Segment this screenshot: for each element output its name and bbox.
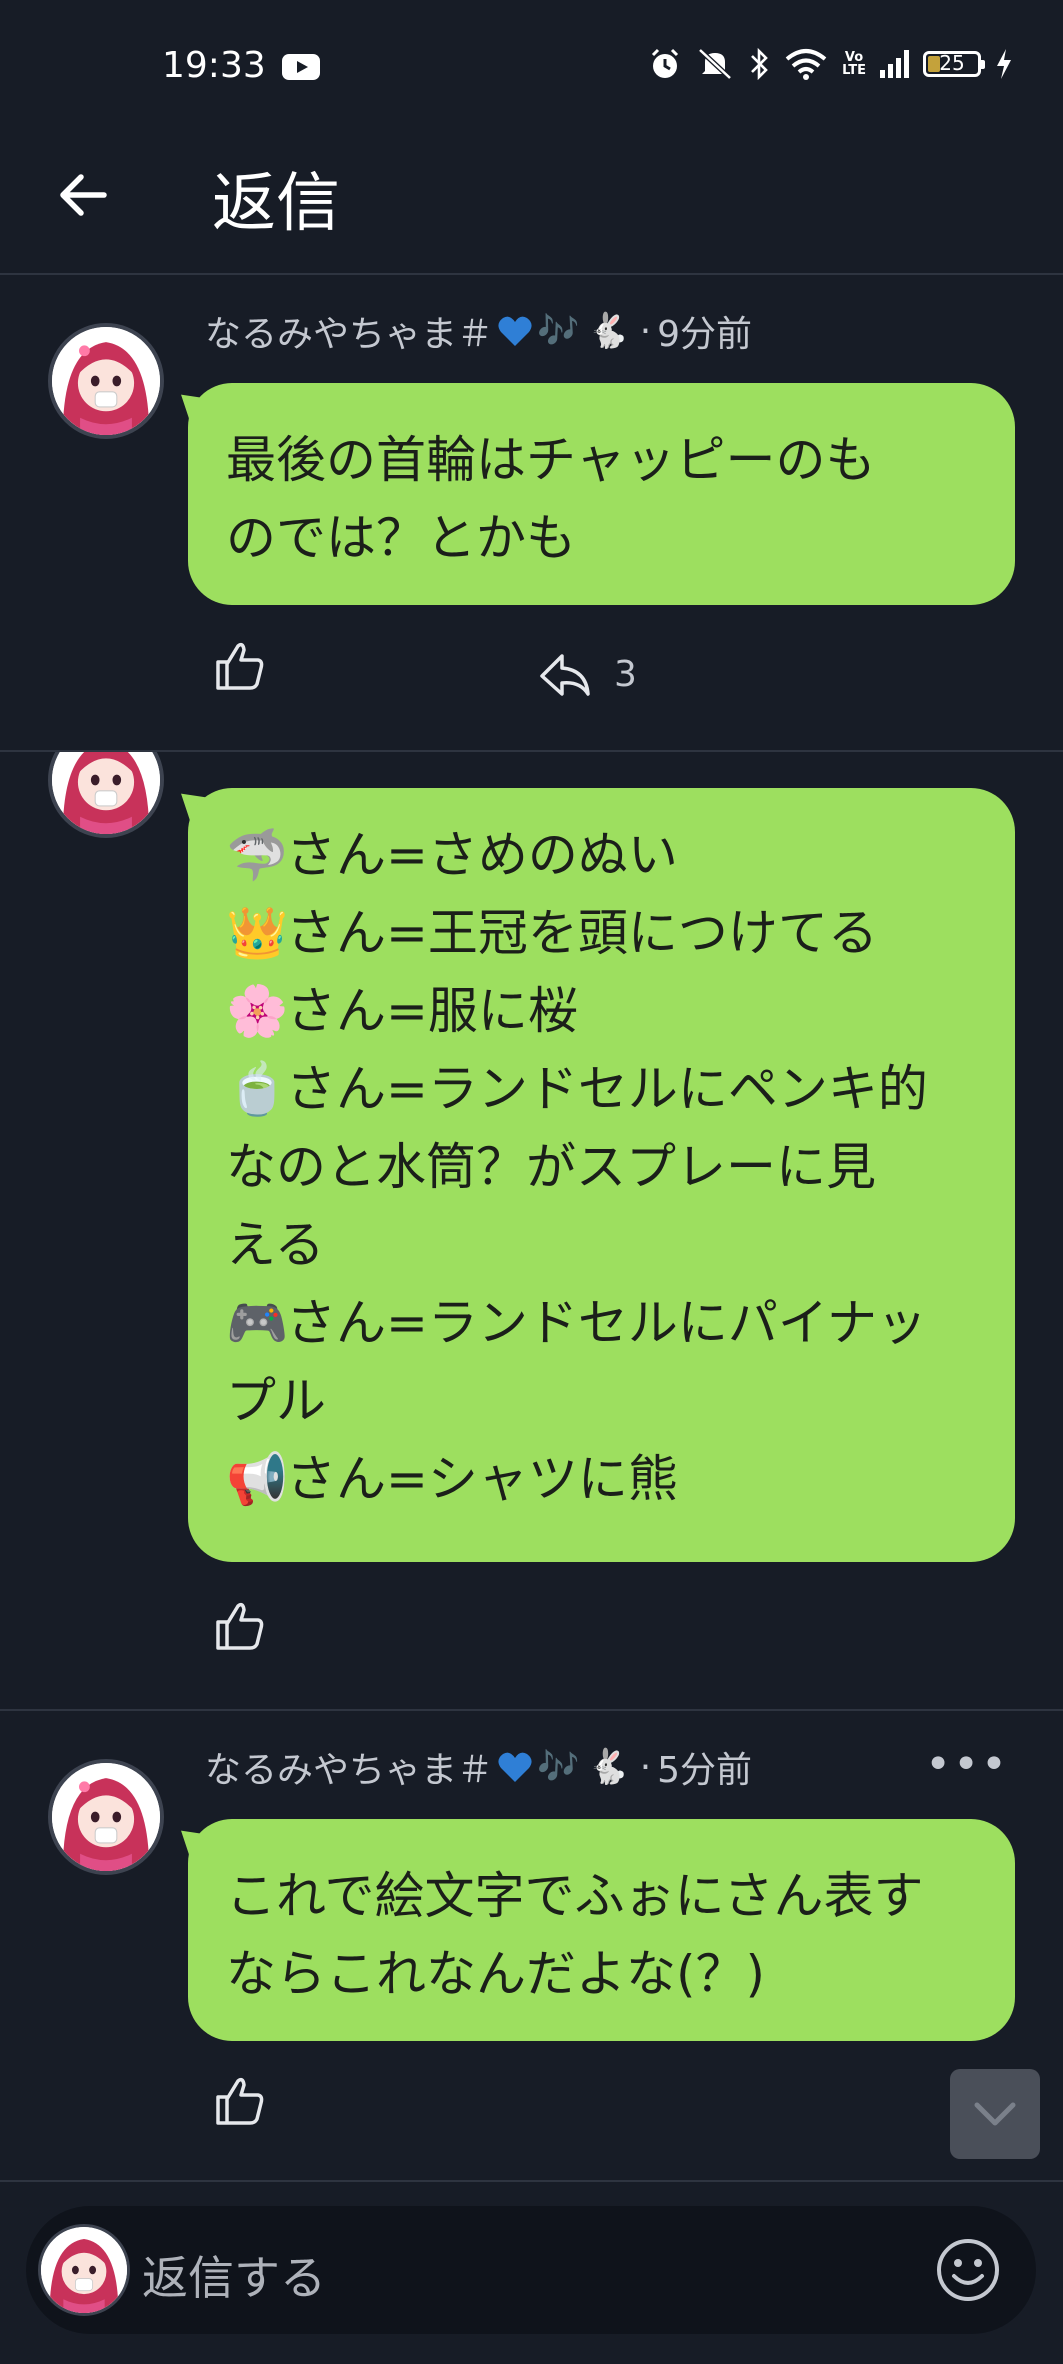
- scroll-down-button[interactable]: [950, 2069, 1040, 2159]
- thumbs-up-icon: [216, 642, 264, 690]
- comment-text-line: 🍵さん=ランドセルにペンキ的: [226, 1050, 977, 1128]
- rabbit-icon: 🐇: [587, 311, 630, 351]
- arrow-left-icon: [60, 174, 107, 216]
- bluetooth-icon: [751, 47, 768, 81]
- comment-text-line: プル: [226, 1372, 326, 1430]
- back-button[interactable]: [48, 160, 118, 230]
- comment-1: なるみやちゃま＃ 🎶 🐇 · 9分前 最後の首輪はチャッピーのも のでは？とかも…: [0, 275, 1063, 750]
- avatar-image: [52, 1763, 160, 1871]
- comment-text-line: これで絵文字でふぉにさん表す: [226, 1867, 924, 1925]
- battery-icon: 25: [923, 51, 985, 77]
- reply-count-button[interactable]: 3: [538, 650, 637, 698]
- comment-text-line: 🦈さん=さめのぬい: [226, 816, 977, 894]
- comment-text-line: 📢さん=シャツに熊: [226, 1440, 977, 1518]
- like-button[interactable]: [212, 638, 266, 692]
- comment-text-line: 🎮さん=ランドセルにパイナッ: [226, 1284, 977, 1362]
- comment-text-line: なのと水筒？がスプレーに見: [226, 1138, 876, 1196]
- comment-bubble[interactable]: 最後の首輪はチャッピーのも のでは？とかも: [188, 383, 1015, 605]
- charging-icon: [997, 49, 1011, 79]
- avatar[interactable]: [48, 752, 164, 838]
- header: 返信: [0, 130, 1063, 275]
- crown-emoji: 👑: [226, 904, 289, 962]
- more-options-button[interactable]: •••: [925, 1739, 1009, 1790]
- comment-meta: なるみやちゃま＃ 🎶 🐇 · 5分前: [205, 1741, 752, 1793]
- avatar-image: [41, 2227, 127, 2313]
- reply-input[interactable]: 返信する: [26, 2206, 1036, 2334]
- comment-bubble[interactable]: 🦈さん=さめのぬい 👑さん=王冠を頭につけてる 🌸さん=服に桜 🍵さん=ランドセ…: [188, 788, 1015, 1562]
- blue-heart-icon: [498, 1752, 532, 1782]
- avatar-image: [52, 752, 160, 834]
- reply-arrow-icon: [540, 654, 590, 696]
- comment-text-line: 🌸さん=服に桜: [226, 972, 977, 1050]
- emoji-button[interactable]: [934, 2236, 1002, 2304]
- reply-placeholder: 返信する: [142, 2251, 326, 2305]
- avatar[interactable]: [48, 1759, 164, 1875]
- comment-time: 9分前: [657, 314, 753, 355]
- youtube-icon: [282, 54, 320, 80]
- status-icons: Vo LTE 25: [648, 44, 1013, 84]
- comment-text-line: える: [226, 1216, 325, 1274]
- avatar[interactable]: [48, 323, 164, 439]
- my-avatar: [38, 2224, 130, 2316]
- comment-meta: なるみやちゃま＃ 🎶 🐇 · 9分前: [205, 305, 752, 357]
- thumbs-up-icon: [216, 1602, 264, 1650]
- volte-bottom: LTE: [842, 63, 866, 78]
- wifi-icon: [785, 49, 827, 80]
- alarm-icon: [652, 48, 679, 78]
- meta-separator: ·: [639, 1746, 652, 1788]
- comment-text-line: 最後の首輪はチャッピーのも: [226, 431, 876, 489]
- comment-2: 🦈さん=さめのぬい 👑さん=王冠を頭につけてる 🌸さん=服に桜 🍵さん=ランドセ…: [0, 752, 1063, 1710]
- comment-text-line: のでは？とかも: [226, 509, 576, 567]
- signal-icon: [880, 50, 909, 78]
- thumbs-up-icon: [216, 2077, 264, 2125]
- music-notes-icon: 🎶: [537, 311, 580, 351]
- avatar-image: [52, 327, 160, 435]
- cherry-blossom-emoji: 🌸: [226, 982, 289, 1040]
- rabbit-icon: 🐇: [587, 1747, 630, 1787]
- comment-time: 5分前: [657, 1750, 753, 1791]
- mute-icon: [698, 48, 732, 80]
- smiley-icon: [937, 2239, 999, 2301]
- shark-emoji: 🦈: [226, 826, 289, 884]
- author-name[interactable]: なるみやちゃま＃: [205, 1741, 493, 1793]
- blue-heart-icon: [498, 316, 532, 346]
- volte-icon: Vo LTE: [842, 51, 866, 77]
- reply-bar: 返信する: [0, 2182, 1063, 2364]
- battery-level: 25: [939, 51, 965, 75]
- status-time: 19:33: [162, 45, 266, 86]
- megaphone-emoji: 📢: [226, 1450, 289, 1508]
- status-bar: 19:33 Vo LTE 25: [0, 0, 1063, 130]
- screen: 19:33 Vo LTE 25 返信 なるみやちゃま＃ 🎶 🐇 · 9分前 最後…: [0, 0, 1063, 2364]
- author-name[interactable]: なるみやちゃま＃: [205, 305, 493, 357]
- page-title: 返信: [212, 167, 340, 241]
- comment-3: なるみやちゃま＃ 🎶 🐇 · 5分前 ••• これで絵文字でふぉにさん表す なら…: [0, 1711, 1063, 2181]
- game-controller-emoji: 🎮: [226, 1294, 289, 1352]
- comment-text-line: ならこれなんだよな(？): [226, 1945, 766, 2003]
- like-button[interactable]: [212, 1598, 266, 1652]
- music-notes-icon: 🎶: [537, 1747, 580, 1787]
- comment-bubble[interactable]: これで絵文字でふぉにさん表す ならこれなんだよな(？): [188, 1819, 1015, 2041]
- reply-count: 3: [614, 653, 637, 695]
- meta-separator: ·: [639, 310, 652, 352]
- chevron-down-icon: [974, 2102, 1016, 2126]
- tea-emoji: 🍵: [226, 1060, 289, 1118]
- like-button[interactable]: [212, 2073, 266, 2127]
- comment-text-line: 👑さん=王冠を頭につけてる: [226, 894, 977, 972]
